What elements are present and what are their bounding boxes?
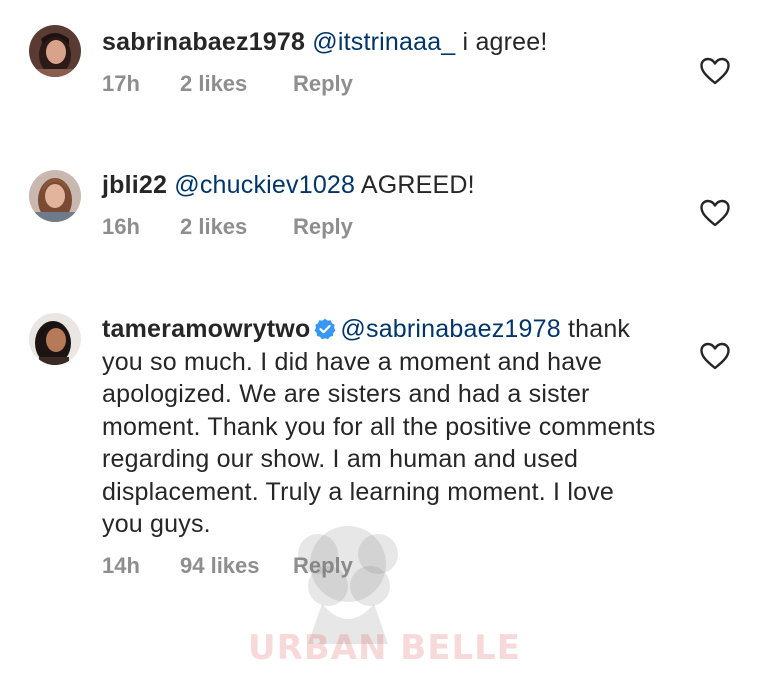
comment-mention[interactable]: @chuckiev1028 xyxy=(174,171,355,199)
avatar[interactable] xyxy=(29,313,81,365)
comment-body: AGREED! xyxy=(355,171,475,199)
reply-button[interactable]: Reply xyxy=(293,214,353,240)
comment-meta: 17h 2 likes Reply xyxy=(102,71,662,99)
avatar-image xyxy=(29,25,81,77)
heart-outline-icon[interactable] xyxy=(699,198,731,228)
heart-outline-icon[interactable] xyxy=(699,341,731,371)
reply-button[interactable]: Reply xyxy=(293,553,353,579)
comment-time: 14h xyxy=(102,552,140,578)
comment-username[interactable]: tameramowrytwo xyxy=(102,315,310,343)
comment-username[interactable]: sabrinabaez1978 xyxy=(102,28,305,56)
comment-body: i agree! xyxy=(455,28,548,56)
comment-username[interactable]: jbli22 xyxy=(102,171,167,199)
comment-meta: 14h 94 likes Reply xyxy=(102,553,662,581)
comment-mention[interactable]: @sabrinabaez1978 xyxy=(340,315,560,343)
avatar-image xyxy=(29,170,81,222)
avatar-image xyxy=(29,313,81,365)
comment-body: thank you so much. I did have a moment a… xyxy=(102,315,656,538)
comment-meta: 16h 2 likes Reply xyxy=(102,214,662,242)
comment-text: tameramowrytwo @sabrinabaez1978 thank yo… xyxy=(102,313,662,541)
comment-mention[interactable]: @itstrinaaa_ xyxy=(312,28,455,56)
comment-likes[interactable]: 2 likes xyxy=(180,71,293,97)
watermark-text: URBAN BELLE xyxy=(248,628,522,668)
comment-text: jbli22 @chuckiev1028 AGREED! xyxy=(102,169,662,202)
reply-button[interactable]: Reply xyxy=(293,71,353,97)
verified-badge-icon xyxy=(315,318,336,340)
comment-text: sabrinabaez1978 @itstrinaaa_ i agree! xyxy=(102,26,662,59)
comment-time: 17h xyxy=(102,70,140,96)
heart-outline-icon[interactable] xyxy=(699,56,731,86)
comment-likes[interactable]: 94 likes xyxy=(180,553,293,579)
avatar[interactable] xyxy=(29,170,81,222)
comment-time: 16h xyxy=(102,213,140,239)
comment-likes[interactable]: 2 likes xyxy=(180,214,293,240)
avatar[interactable] xyxy=(29,25,81,77)
